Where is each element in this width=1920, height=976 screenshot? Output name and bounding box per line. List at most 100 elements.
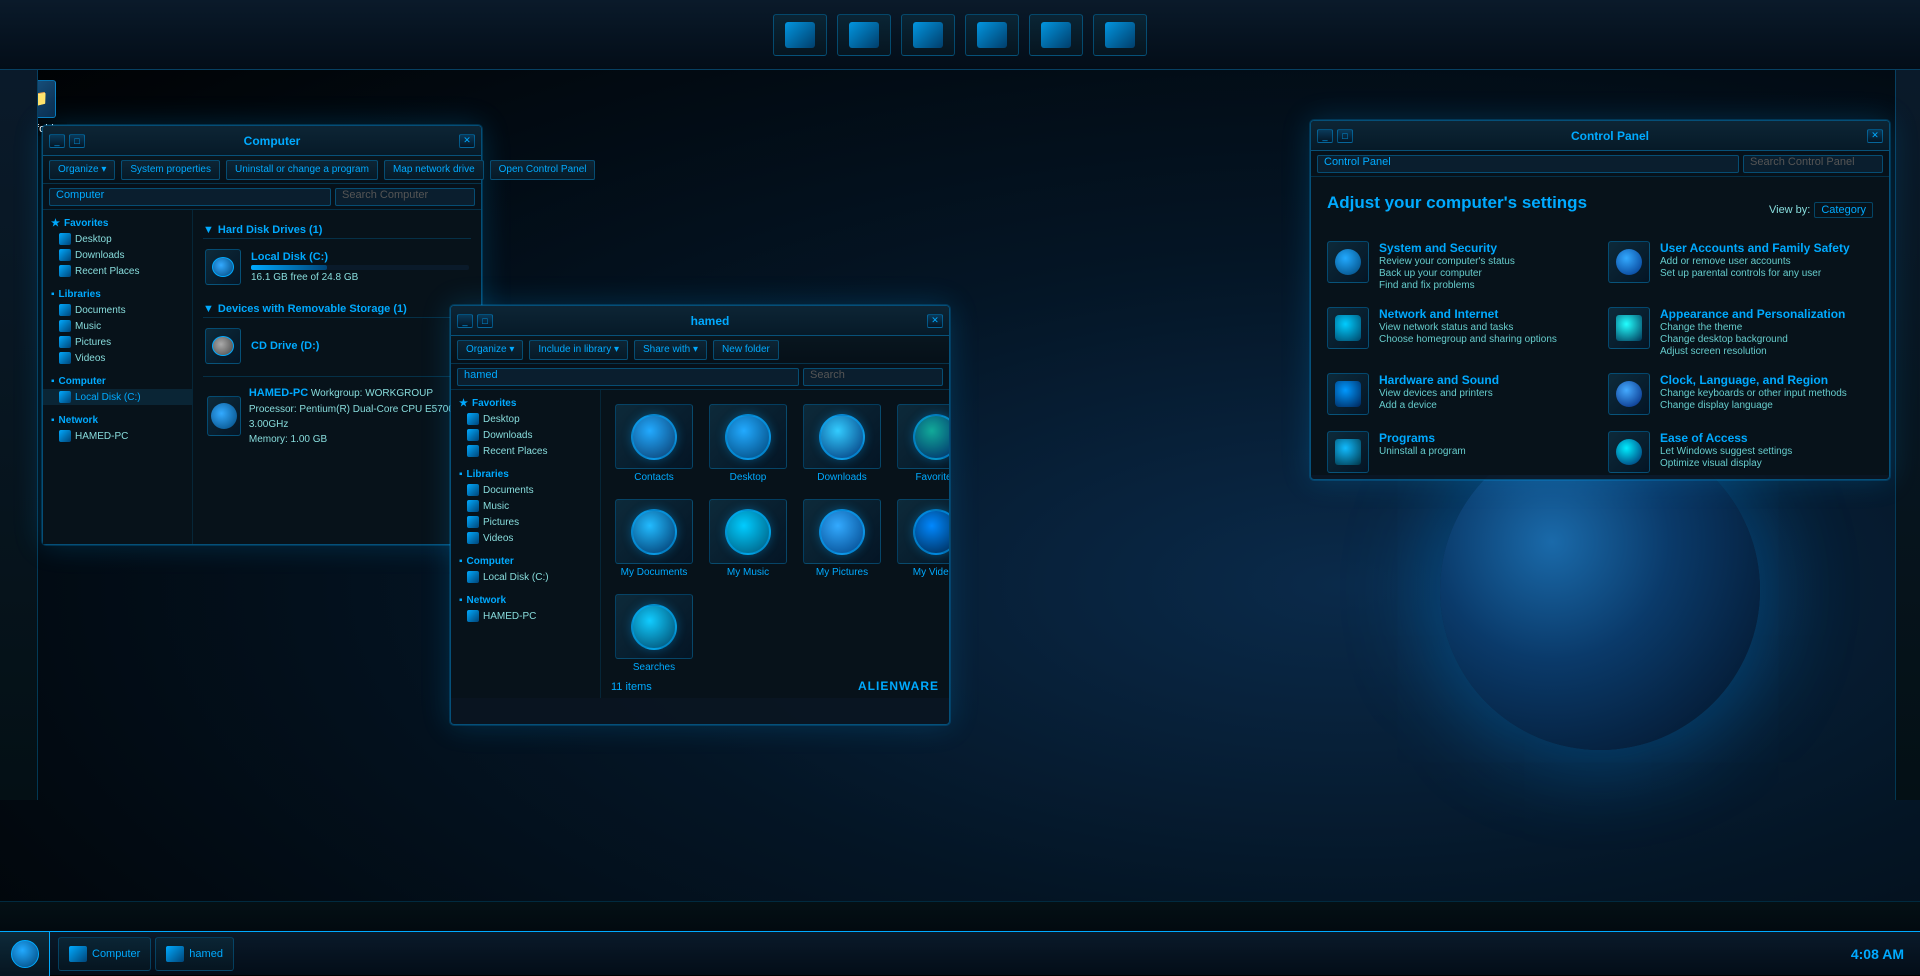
hamed-sidebar-hamedpc[interactable]: HAMED-PC xyxy=(451,608,600,624)
computer-mapnet-btn[interactable]: Map network drive xyxy=(384,160,484,180)
cp-maximize-btn[interactable]: □ xyxy=(1337,129,1353,143)
viewby-dropdown[interactable]: Category xyxy=(1814,202,1873,218)
computer-search-input[interactable]: Search Computer xyxy=(335,188,475,206)
sidebar-item-downloads[interactable]: Downloads xyxy=(43,247,192,263)
cp-system-link-2[interactable]: Find and fix problems xyxy=(1379,280,1592,291)
hamed-sidebar-videos[interactable]: Videos xyxy=(451,530,600,546)
cp-appearance-link-1[interactable]: Change desktop background xyxy=(1660,334,1873,345)
topbar-icon-3[interactable] xyxy=(901,14,955,56)
sidebar-item-desktop[interactable]: Desktop xyxy=(43,231,192,247)
topbar-icon-2[interactable] xyxy=(837,14,891,56)
cp-system-link-1[interactable]: Back up your computer xyxy=(1379,268,1592,279)
hamed-share-btn[interactable]: Share with ▾ xyxy=(634,340,707,360)
cp-appearance-title[interactable]: Appearance and Personalization xyxy=(1660,307,1873,321)
cp-programs-info: Programs Uninstall a program xyxy=(1379,431,1592,457)
computer-minimize-btn[interactable]: _ xyxy=(49,134,65,148)
folder-item-mydocs[interactable]: My Documents xyxy=(611,495,697,582)
taskbar-item-computer[interactable]: Computer xyxy=(58,937,151,971)
folder-item-downloads[interactable]: Downloads xyxy=(799,400,885,487)
hamed-include-btn[interactable]: Include in library ▾ xyxy=(529,340,628,360)
cp-ease-title[interactable]: Ease of Access xyxy=(1660,431,1873,445)
cp-hardware-title[interactable]: Hardware and Sound xyxy=(1379,373,1592,387)
hamed-sidebar-computer: ▪ Computer Local Disk (C:) xyxy=(451,554,600,585)
cp-ease-link-1[interactable]: Optimize visual display xyxy=(1660,458,1873,469)
sidebar-item-documents[interactable]: Documents xyxy=(43,302,192,318)
computer-maximize-btn[interactable]: □ xyxy=(69,134,85,148)
mydocs-thumb xyxy=(615,499,693,564)
desktop-icon-small xyxy=(59,233,71,245)
hamed-address-input[interactable]: hamed xyxy=(457,368,799,386)
local-disk-free: 16.1 GB free of 24.8 GB xyxy=(251,272,469,283)
folder-item-mypics[interactable]: My Pictures xyxy=(799,495,885,582)
cp-minimize-btn[interactable]: _ xyxy=(1317,129,1333,143)
cp-users-link-0[interactable]: Add or remove user accounts xyxy=(1660,256,1873,267)
cp-appearance-link-2[interactable]: Adjust screen resolution xyxy=(1660,346,1873,357)
cp-programs-title[interactable]: Programs xyxy=(1379,431,1592,445)
cp-network-title[interactable]: Network and Internet xyxy=(1379,307,1592,321)
cp-users-link-1[interactable]: Set up parental controls for any user xyxy=(1660,268,1873,279)
hamed-sidebar-pictures[interactable]: Pictures xyxy=(451,514,600,530)
cp-system-link-0[interactable]: Review your computer's status xyxy=(1379,256,1592,267)
cp-clock-title[interactable]: Clock, Language, and Region xyxy=(1660,373,1873,387)
taskbar-item-hamed[interactable]: hamed xyxy=(155,937,234,971)
topbar-icon-5[interactable] xyxy=(1029,14,1083,56)
hamed-maximize-btn[interactable]: □ xyxy=(477,314,493,328)
sidebar-item-pictures[interactable]: Pictures xyxy=(43,334,192,350)
cp-address-input[interactable]: Control Panel xyxy=(1317,155,1739,173)
hamed-sidebar-recent[interactable]: Recent Places xyxy=(451,443,600,459)
cp-network-link-1[interactable]: Choose homegroup and sharing options xyxy=(1379,334,1592,345)
hamed-organize-btn[interactable]: Organize ▾ xyxy=(457,340,523,360)
folder-item-myvideos[interactable]: My Videos xyxy=(893,495,949,582)
folder-item-mymusic[interactable]: My Music xyxy=(705,495,791,582)
sidebar-item-recent[interactable]: Recent Places xyxy=(43,263,192,279)
cp-appearance-link-0[interactable]: Change the theme xyxy=(1660,322,1873,333)
sidebar-item-videos[interactable]: Videos xyxy=(43,350,192,366)
computer-close-btn[interactable]: ✕ xyxy=(459,134,475,148)
hamed-sidebar-desktop[interactable]: Desktop xyxy=(451,411,600,427)
hamed-docs-icon xyxy=(467,484,479,496)
cp-clock-link-1[interactable]: Change display language xyxy=(1660,400,1873,411)
start-button[interactable] xyxy=(0,932,50,976)
computer-uninstall-btn[interactable]: Uninstall or change a program xyxy=(226,160,378,180)
myvideos-thumb-inner xyxy=(913,509,949,555)
cp-body: Adjust your computer's settings View by:… xyxy=(1311,177,1889,475)
hamed-newfolder-btn[interactable]: New folder xyxy=(713,340,779,360)
hamed-sidebar-docs[interactable]: Documents xyxy=(451,482,600,498)
hamed-sidebar-downloads[interactable]: Downloads xyxy=(451,427,600,443)
cp-hardware-link-0[interactable]: View devices and printers xyxy=(1379,388,1592,399)
hamed-minimize-btn[interactable]: _ xyxy=(457,314,473,328)
sidebar-item-localdisk[interactable]: Local Disk (C:) xyxy=(43,389,192,405)
topbar-icon-1[interactable] xyxy=(773,14,827,56)
cp-close-btn[interactable]: ✕ xyxy=(1867,129,1883,143)
cp-system-title[interactable]: System and Security xyxy=(1379,241,1592,255)
computer-sysprops-btn[interactable]: System properties xyxy=(121,160,220,180)
cp-search-input[interactable]: Search Control Panel xyxy=(1743,155,1883,173)
topbar-icon-6[interactable] xyxy=(1093,14,1147,56)
sidebar-item-hamed-pc[interactable]: HAMED-PC xyxy=(43,428,192,444)
hamed-sidebar-music[interactable]: Music xyxy=(451,498,600,514)
folder-item-searches[interactable]: Searches xyxy=(611,590,697,677)
cp-users-title[interactable]: User Accounts and Family Safety xyxy=(1660,241,1873,255)
computer-organize-btn[interactable]: Organize ▾ xyxy=(49,160,115,180)
cd-drive-item[interactable]: CD Drive (D:) xyxy=(203,324,471,368)
taskbar-clock: 4:08 AM xyxy=(1835,946,1920,962)
cp-clock-info: Clock, Language, and Region Change keybo… xyxy=(1660,373,1873,411)
folder-item-desktop[interactable]: Desktop xyxy=(705,400,791,487)
sidebar-item-music[interactable]: Music xyxy=(43,318,192,334)
cp-clock-link-0[interactable]: Change keyboards or other input methods xyxy=(1660,388,1873,399)
cp-ease-link-0[interactable]: Let Windows suggest settings xyxy=(1660,446,1873,457)
hamed-search-input[interactable]: Search xyxy=(803,368,943,386)
local-disk-item[interactable]: Local Disk (C:) 16.1 GB free of 24.8 GB xyxy=(203,245,471,289)
hamed-sidebar-localdisk[interactable]: Local Disk (C:) xyxy=(451,569,600,585)
computer-addressbar: Computer Search Computer xyxy=(43,184,481,210)
hamed-close-btn[interactable]: ✕ xyxy=(927,314,943,328)
cp-network-link-0[interactable]: View network status and tasks xyxy=(1379,322,1592,333)
cp-hardware-link-1[interactable]: Add a device xyxy=(1379,400,1592,411)
cp-programs-link-0[interactable]: Uninstall a program xyxy=(1379,446,1592,457)
computer-opencp-btn[interactable]: Open Control Panel xyxy=(490,160,596,180)
folder-item-favorites[interactable]: Favorites xyxy=(893,400,949,487)
hamed-net-pc-icon xyxy=(467,610,479,622)
folder-item-contacts[interactable]: Contacts xyxy=(611,400,697,487)
topbar-icon-4[interactable] xyxy=(965,14,1019,56)
computer-address-input[interactable]: Computer xyxy=(49,188,331,206)
